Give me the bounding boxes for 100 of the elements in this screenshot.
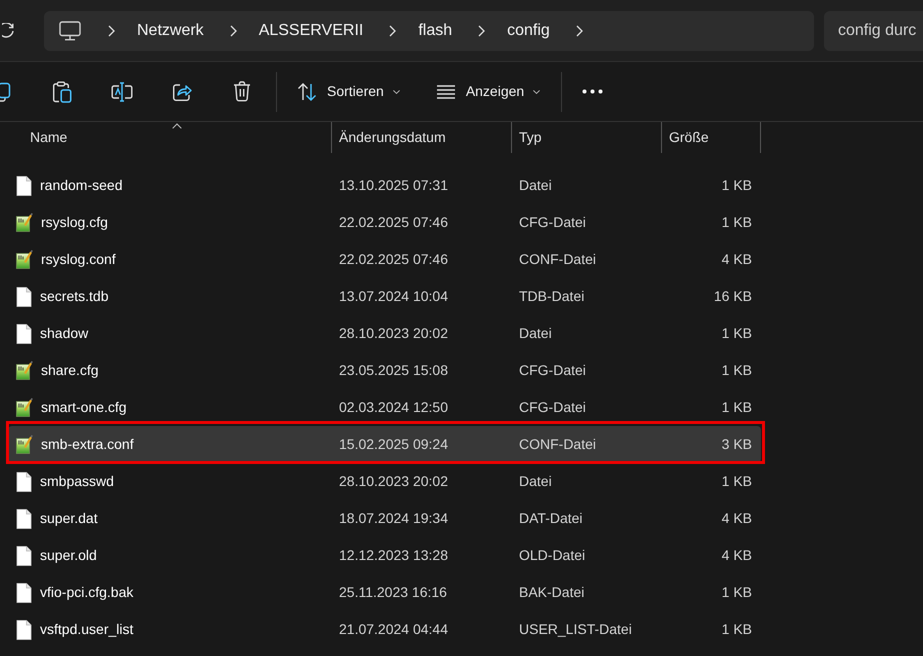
file-size: 4 KB	[722, 546, 752, 565]
modified-date: 12.12.2023 13:28	[339, 546, 448, 565]
file-size: 1 KB	[722, 620, 752, 639]
breadcrumb[interactable]: ALSSERVERII	[258, 20, 364, 40]
notepad-icon	[16, 398, 33, 417]
modified-date: 22.02.2025 07:46	[339, 213, 448, 232]
file-icon	[16, 472, 32, 492]
chevron-right-icon[interactable]	[478, 24, 486, 36]
notepad-icon	[16, 435, 33, 454]
file-size: 1 KB	[722, 361, 752, 380]
rename-icon	[111, 82, 133, 102]
file-size: 1 KB	[722, 176, 752, 195]
file-size: 16 KB	[714, 287, 752, 306]
file-type: Datei	[519, 176, 552, 195]
refresh-icon	[2, 22, 14, 38]
share-icon	[172, 82, 192, 102]
breadcrumb[interactable]: flash	[418, 20, 452, 40]
file-name: vfio-pci.cfg.bak	[40, 583, 134, 602]
file-row[interactable]: shadow 28.10.2023 20:02 Datei 1 KB	[8, 315, 761, 352]
file-row[interactable]: rsyslog.cfg 22.02.2025 07:46 CFG-Datei 1 KB	[8, 204, 761, 241]
list-view-icon	[436, 84, 456, 98]
file-row[interactable]: vsftpd.user_list 21.07.2024 04:44 USER_LIST-Datei 1 KB	[8, 611, 761, 648]
file-type: USER_LIST-Datei	[519, 620, 632, 639]
search-field[interactable]: config durc	[824, 10, 923, 50]
modified-date: 28.10.2023 20:02	[339, 472, 448, 491]
file-name: rsyslog.cfg	[41, 213, 108, 232]
file-size: 3 KB	[722, 435, 752, 454]
file-icon	[16, 176, 32, 196]
file-row[interactable]: random-seed 13.10.2025 07:31 Datei 1 KB	[8, 167, 761, 204]
modified-date: 18.07.2024 19:34	[339, 509, 448, 528]
file-name: super.old	[40, 546, 97, 565]
modified-date: 13.07.2024 10:04	[339, 287, 448, 306]
file-type: CONF-Datei	[519, 250, 596, 269]
file-icon	[16, 582, 32, 602]
modified-date: 23.05.2025 15:08	[339, 361, 448, 380]
file-row[interactable]: smbpasswd 28.10.2023 20:02 Datei 1 KB	[8, 463, 761, 500]
modified-date: 25.11.2023 16:16	[339, 583, 447, 602]
file-size: 1 KB	[722, 213, 752, 232]
file-row[interactable]: smart-one.cfg 02.03.2024 12:50 CFG-Datei 1 KB	[8, 389, 761, 426]
paste-icon	[52, 80, 72, 102]
file-name: vsftpd.user_list	[40, 620, 134, 639]
file-name: smb-extra.conf	[41, 435, 134, 454]
trash-icon	[233, 81, 251, 102]
file-type: Datei	[519, 472, 552, 491]
file-size: 4 KB	[722, 509, 752, 528]
file-name: smart-one.cfg	[41, 398, 127, 417]
modified-date: 02.03.2024 12:50	[339, 398, 448, 417]
file-type: CONF-Datei	[519, 435, 596, 454]
file-icon	[16, 620, 32, 640]
modified-date: 15.02.2025 09:24	[339, 435, 448, 454]
file-size: 1 KB	[722, 398, 752, 417]
file-icon	[16, 546, 32, 566]
file-name: shadow	[40, 324, 88, 343]
file-type: CFG-Datei	[519, 361, 586, 380]
file-row[interactable]: vfio-pci.cfg.bak 25.11.2023 16:16 BAK-Datei 1 KB	[8, 574, 761, 611]
notepad-icon	[16, 213, 33, 232]
file-type: Datei	[519, 324, 552, 343]
modified-date: 22.02.2025 07:46	[339, 250, 448, 269]
column-header[interactable]: Name	[8, 122, 331, 153]
file-type: CFG-Datei	[519, 213, 586, 232]
column-header[interactable]: Größe	[661, 122, 761, 153]
file-icon	[16, 324, 32, 344]
chevron-right-icon[interactable]	[230, 24, 237, 36]
file-type: OLD-Datei	[519, 546, 586, 565]
chevron-right-icon[interactable]	[108, 24, 115, 36]
breadcrumb[interactable]: Netzwerk	[137, 20, 204, 40]
modified-date: 21.07.2024 04:44	[339, 620, 448, 639]
monitor-icon[interactable]	[58, 20, 82, 40]
notepad-icon	[16, 361, 33, 380]
file-row[interactable]: rsyslog.conf 22.02.2025 07:46 CONF-Datei 4 KB	[8, 241, 761, 278]
file-size: 1 KB	[722, 472, 752, 491]
address-bar[interactable]: Netzwerk ALSSERVERII flash config	[44, 10, 814, 50]
modified-date: 28.10.2023 20:02	[339, 324, 448, 343]
file-name: share.cfg	[41, 361, 99, 380]
file-type: CFG-Datei	[519, 398, 586, 417]
more-dots-icon	[582, 89, 604, 94]
file-size: 4 KB	[722, 250, 752, 269]
column-header[interactable]: Typ	[511, 122, 661, 153]
chevron-right-icon[interactable]	[389, 24, 396, 36]
chevron-right-icon[interactable]	[576, 24, 583, 36]
file-row[interactable]: super.old 12.12.2023 13:28 OLD-Datei 4 KB	[8, 537, 761, 574]
file-row[interactable]: super.dat 18.07.2024 19:34 DAT-Datei 4 KB	[8, 500, 761, 537]
file-type: DAT-Datei	[519, 509, 583, 528]
file-name: super.dat	[40, 509, 98, 528]
sort-arrows-icon	[297, 82, 317, 102]
chevron-down-icon	[392, 90, 400, 94]
notepad-icon	[16, 250, 33, 269]
breadcrumb[interactable]: config	[507, 20, 550, 40]
chevron-down-icon	[533, 90, 540, 94]
file-name: smbpasswd	[40, 472, 114, 491]
file-name: random-seed	[40, 176, 122, 195]
file-row[interactable]: share.cfg 23.05.2025 15:08 CFG-Datei 1 KB	[8, 352, 761, 389]
file-name: secrets.tdb	[40, 287, 108, 306]
sort-button[interactable]: Sortieren	[287, 74, 410, 110]
view-button[interactable]: Anzeigen	[426, 74, 550, 110]
column-header[interactable]: Änderungsdatum	[331, 122, 511, 153]
file-icon	[16, 286, 32, 306]
file-name: rsyslog.conf	[41, 250, 116, 269]
file-row[interactable]: secrets.tdb 13.07.2024 10:04 TDB-Datei 16 KB	[8, 278, 761, 315]
refresh-button[interactable]	[0, 20, 14, 40]
